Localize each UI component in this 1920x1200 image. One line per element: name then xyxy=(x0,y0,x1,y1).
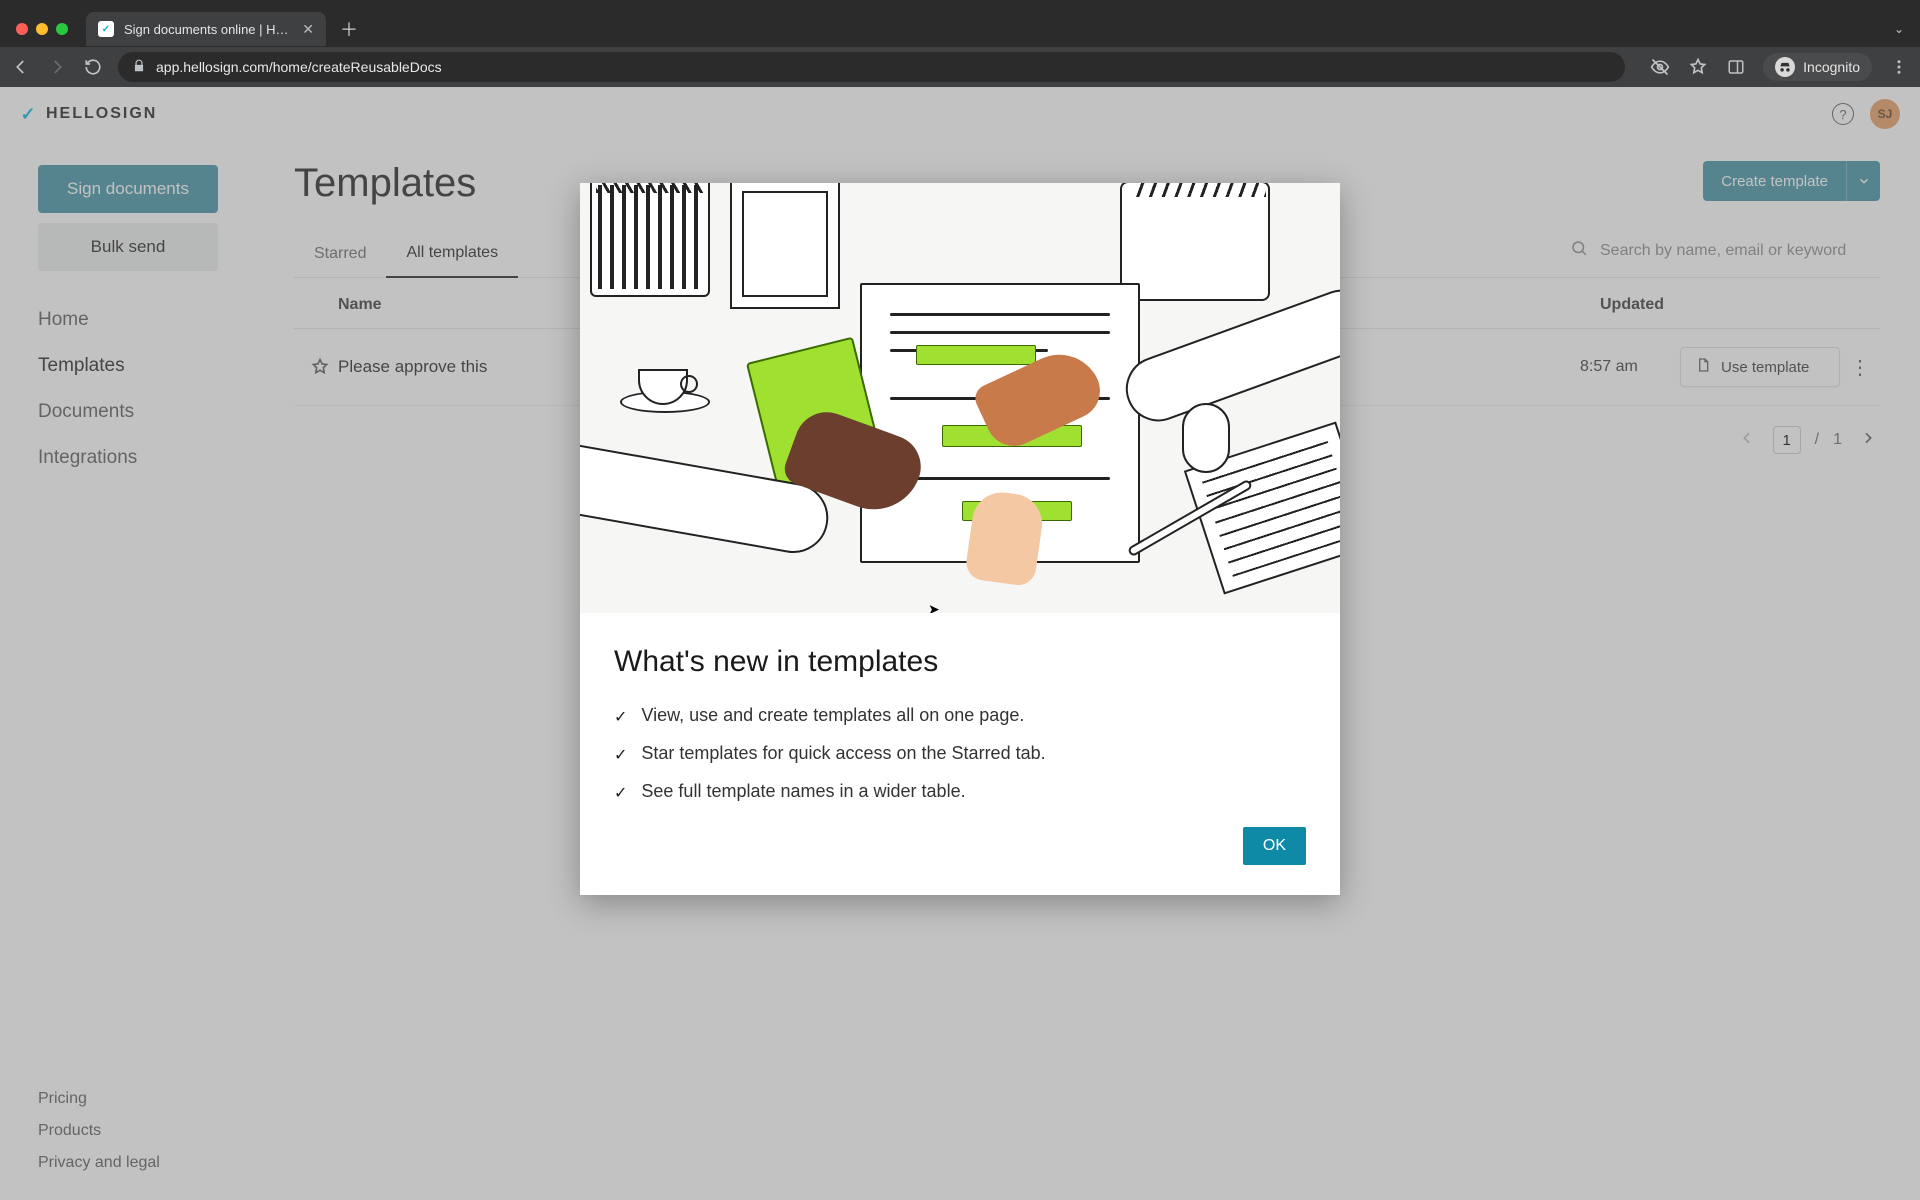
window-controls xyxy=(16,23,68,35)
nav-back-icon[interactable] xyxy=(10,58,32,76)
lock-icon xyxy=(132,59,146,76)
tab-close-icon[interactable]: ✕ xyxy=(302,21,314,38)
check-icon: ✓ xyxy=(614,707,627,727)
window-zoom-icon[interactable] xyxy=(56,23,68,35)
window-close-icon[interactable] xyxy=(16,23,28,35)
incognito-icon xyxy=(1775,57,1795,77)
eye-off-icon[interactable] xyxy=(1649,57,1671,77)
modal-ok-button[interactable]: OK xyxy=(1243,827,1306,865)
modal-feature-text: See full template names in a wider table… xyxy=(641,781,965,802)
nav-reload-icon[interactable] xyxy=(82,58,104,76)
browser-toolbar: app.hellosign.com/home/createReusableDoc… xyxy=(0,47,1920,87)
side-panel-icon[interactable] xyxy=(1725,58,1747,76)
app-root: ✓ HELLOSIGN ? SJ Sign documents Bulk sen… xyxy=(0,87,1920,1200)
check-icon: ✓ xyxy=(614,783,627,803)
modal-feature-text: Star templates for quick access on the S… xyxy=(641,743,1045,764)
whats-new-modal: ➤ What's new in templates ✓ View, use an… xyxy=(580,183,1340,895)
modal-feature-text: View, use and create templates all on on… xyxy=(641,705,1024,726)
address-bar[interactable]: app.hellosign.com/home/createReusableDoc… xyxy=(118,52,1625,82)
check-icon: ✓ xyxy=(614,745,627,765)
tab-title: Sign documents online | HelloS xyxy=(124,22,292,37)
incognito-chip[interactable]: Incognito xyxy=(1763,53,1872,81)
incognito-label: Incognito xyxy=(1803,59,1860,75)
modal-illustration: ➤ xyxy=(580,183,1340,613)
nav-forward-icon[interactable] xyxy=(46,58,68,76)
new-tab-button[interactable]: ＋ xyxy=(340,16,358,42)
address-url: app.hellosign.com/home/createReusableDoc… xyxy=(156,59,442,75)
modal-feature-item: ✓ See full template names in a wider tab… xyxy=(614,781,1306,803)
tab-favicon-icon: ✓ xyxy=(98,21,114,37)
modal-overlay[interactable]: ➤ What's new in templates ✓ View, use an… xyxy=(0,87,1920,1200)
browser-tab[interactable]: ✓ Sign documents online | HelloS ✕ xyxy=(86,12,326,46)
window-minimize-icon[interactable] xyxy=(36,23,48,35)
browser-tab-strip: ✓ Sign documents online | HelloS ✕ ＋ ⌄ xyxy=(0,11,1920,47)
tab-list-chevron-icon[interactable]: ⌄ xyxy=(1894,22,1904,36)
mouse-cursor-icon: ➤ xyxy=(928,601,940,613)
bookmark-star-icon[interactable] xyxy=(1687,57,1709,77)
modal-feature-item: ✓ Star templates for quick access on the… xyxy=(614,743,1306,765)
modal-feature-item: ✓ View, use and create templates all on … xyxy=(614,705,1306,727)
kebab-menu-icon[interactable] xyxy=(1888,58,1910,76)
modal-title: What's new in templates xyxy=(614,645,1306,679)
